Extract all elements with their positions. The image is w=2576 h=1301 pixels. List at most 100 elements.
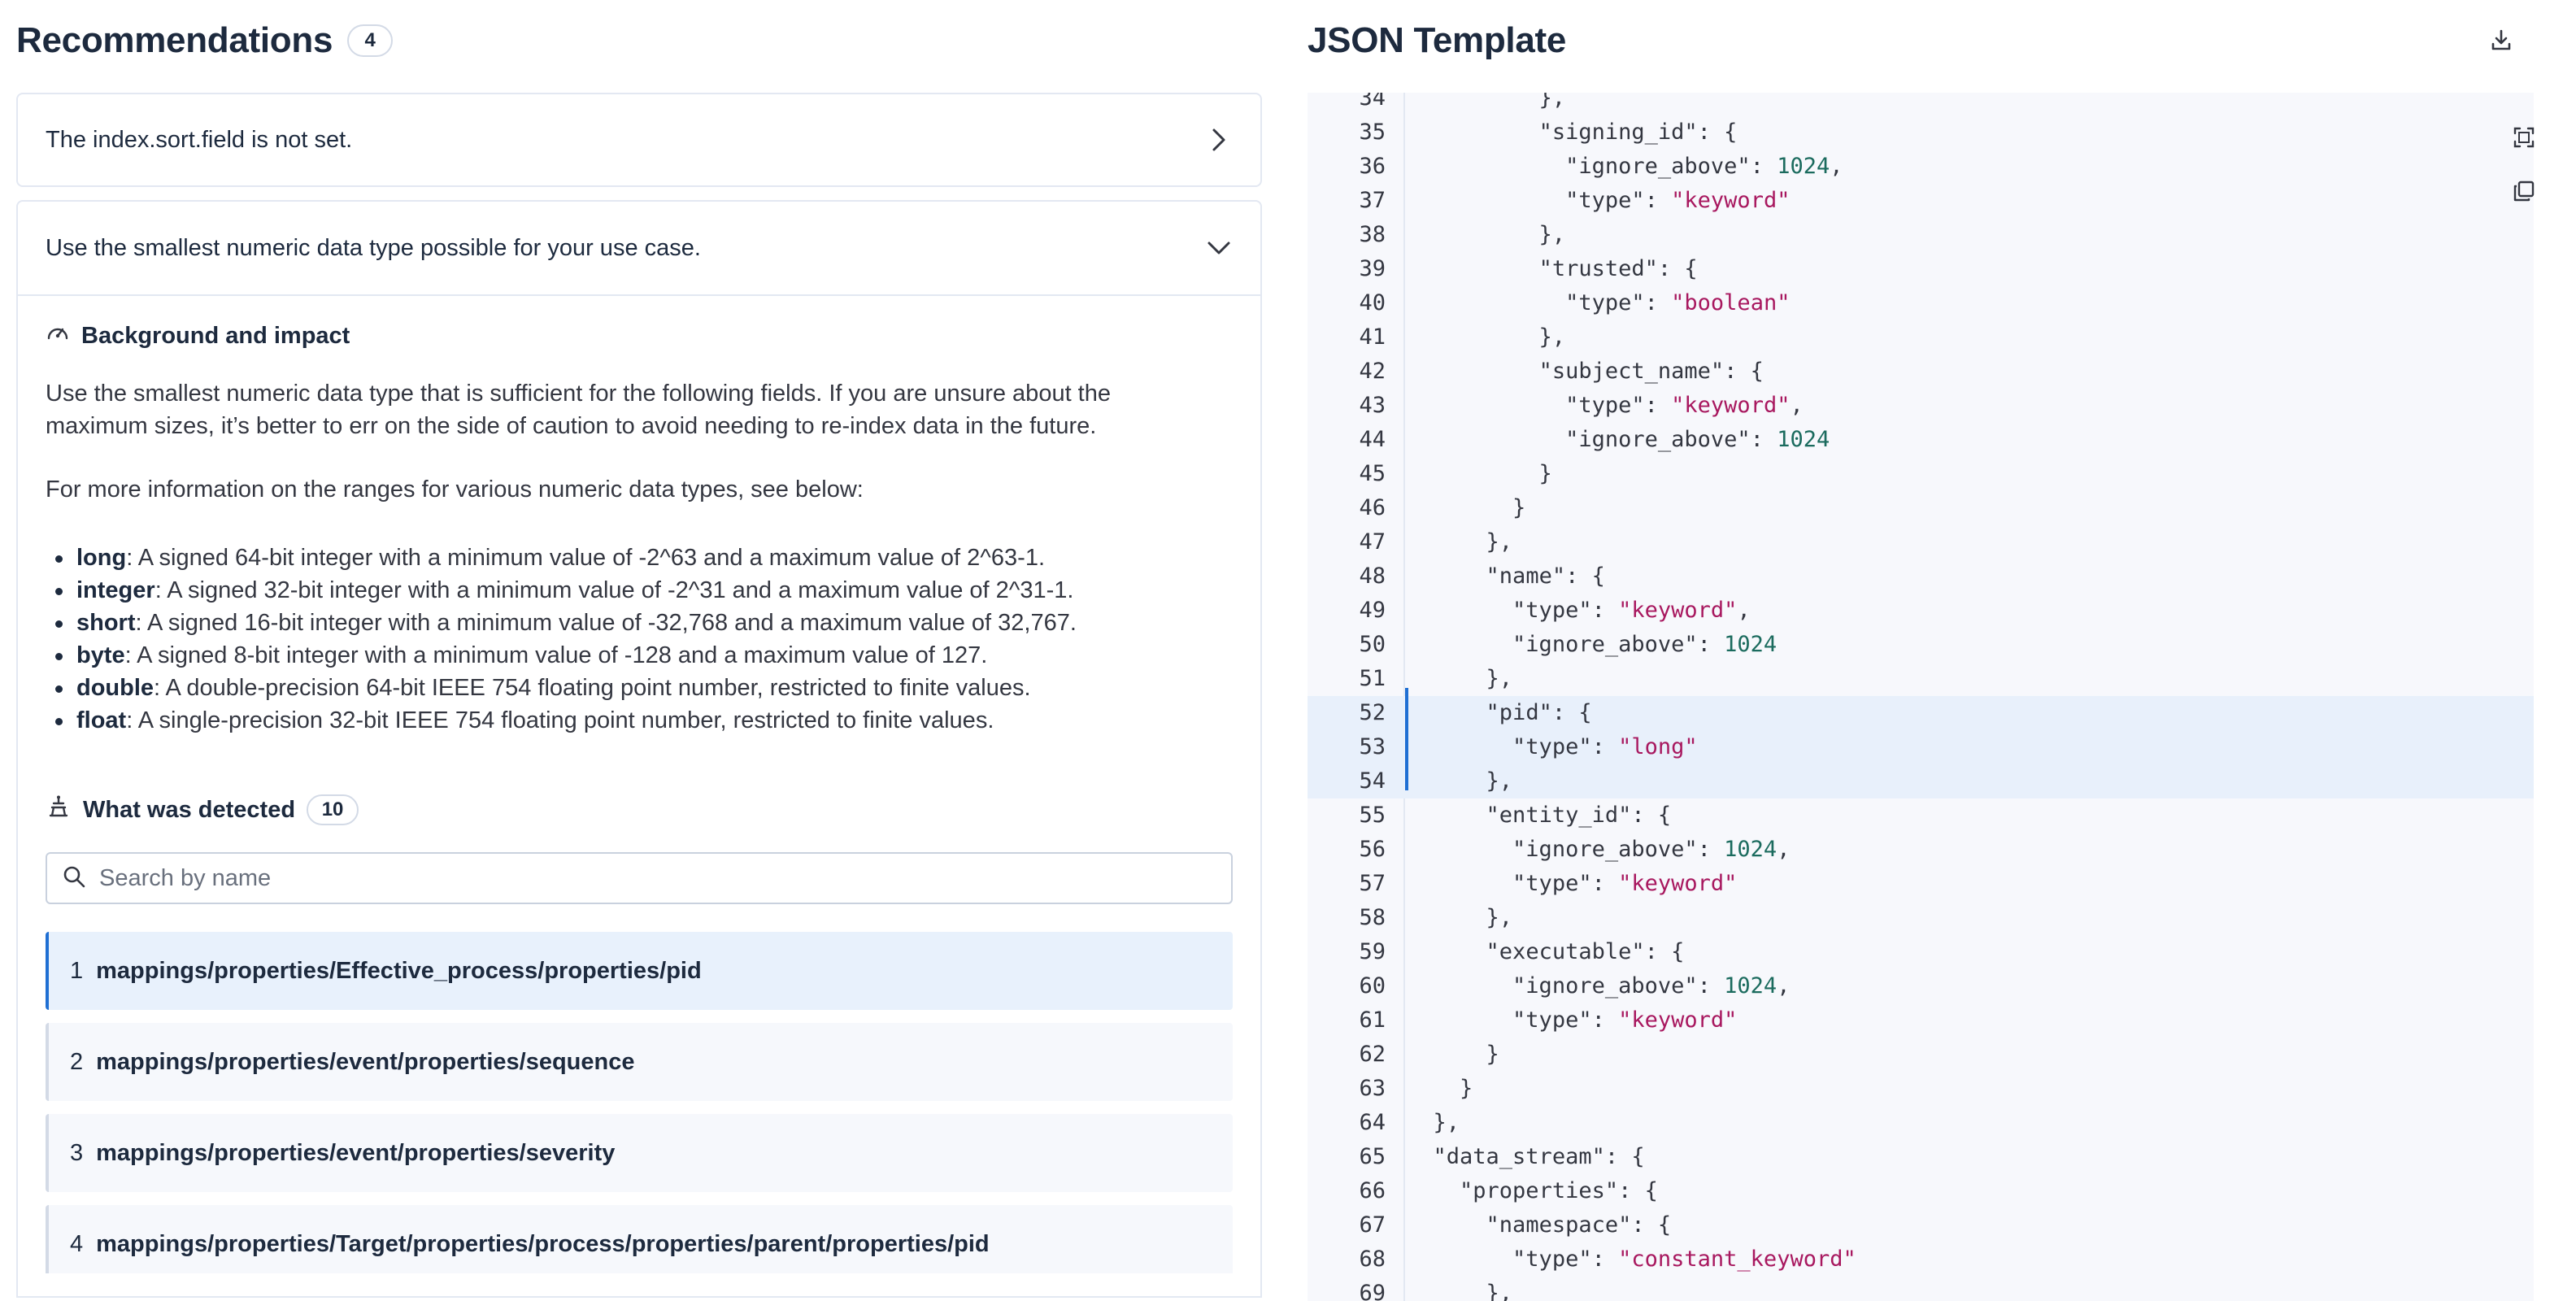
code-text: "executable": { xyxy=(1486,939,1685,964)
line-number: 36 xyxy=(1359,154,1386,179)
code-line: 68 "type": "constant_keyword" xyxy=(1308,1242,2534,1277)
download-button[interactable] xyxy=(2483,23,2519,59)
code-line: 63 } xyxy=(1308,1072,2534,1106)
code-text: }, xyxy=(1407,529,1513,555)
line-number: 54 xyxy=(1359,768,1386,794)
code-block[interactable]: 34 }, 35 "signing_id": {36 "ignore_above"… xyxy=(1308,93,2534,1301)
line-number: 40 xyxy=(1359,290,1386,315)
item-path: mappings/properties/event/properties/sev… xyxy=(96,1139,616,1166)
item-number: 4 xyxy=(70,1230,84,1257)
list-item: integer: A signed 32-bit integer with a … xyxy=(46,574,1233,607)
item-number: 2 xyxy=(70,1048,84,1075)
code-text: "name": { xyxy=(1486,563,1605,589)
code-line: 42 "subject_name": { xyxy=(1308,355,2534,389)
type-name: float xyxy=(76,707,127,733)
item-path: mappings/properties/Target/properties/pr… xyxy=(96,1230,990,1257)
code-text: }, xyxy=(1407,1281,1513,1301)
search-field[interactable] xyxy=(46,852,1233,904)
code-line: 38 }, xyxy=(1308,218,2534,252)
code-line: 49 "type": "keyword", xyxy=(1308,594,2534,628)
code-text: } xyxy=(1407,495,1526,520)
line-number: 60 xyxy=(1359,973,1386,999)
line-number: 68 xyxy=(1359,1247,1386,1272)
line-number: 59 xyxy=(1359,939,1386,964)
type-desc: : A signed 64-bit integer with a minimum… xyxy=(126,545,1045,571)
type-desc: : A signed 16-bit integer with a minimum… xyxy=(135,610,1077,636)
line-number: 64 xyxy=(1359,1110,1386,1135)
json-template-panel: JSON Template 34 }, 35 "signing_id": {36 … xyxy=(1308,0,2576,1301)
detected-fields-list: 1 mappings/properties/Effective_process/p… xyxy=(46,932,1233,1273)
line-number: 66 xyxy=(1359,1178,1386,1203)
code-line: 47 }, xyxy=(1308,525,2534,559)
code-text: "namespace": { xyxy=(1486,1212,1672,1238)
app-root: Recommendations 4 The index.sort.field i… xyxy=(0,0,2576,1301)
list-item[interactable]: 3 mappings/properties/event/properties/se… xyxy=(46,1114,1233,1192)
numeric-types-list: long: A signed 64-bit integer with a min… xyxy=(46,542,1233,737)
code-text: } xyxy=(1407,1042,1499,1067)
item-path: mappings/properties/event/properties/seq… xyxy=(96,1048,635,1075)
line-number: 42 xyxy=(1359,359,1386,384)
code-line: 35 "signing_id": { xyxy=(1308,115,2534,150)
code-text: "type": "keyword", xyxy=(1512,598,1751,623)
list-item[interactable]: 2 mappings/properties/event/properties/se… xyxy=(46,1023,1233,1101)
gauge-icon xyxy=(46,320,70,351)
background-paragraph: Use the smallest numeric data type that … xyxy=(46,381,1111,439)
copy-icon xyxy=(2512,179,2536,206)
recommendation-header[interactable]: Use the smallest numeric data type possi… xyxy=(18,202,1260,296)
list-item: byte: A signed 8-bit integer with a mini… xyxy=(46,639,1233,672)
background-impact-heading: Background and impact xyxy=(46,320,350,351)
code-text: }, xyxy=(1407,324,1566,350)
type-name: byte xyxy=(76,642,125,668)
code-line: 51 }, xyxy=(1308,662,2534,696)
code-text: "type": "keyword" xyxy=(1512,871,1738,896)
code-text: }, xyxy=(1407,222,1566,247)
recommendations-panel: Recommendations 4 The index.sort.field i… xyxy=(0,0,1268,1301)
code-line: 56 "ignore_above": 1024, xyxy=(1308,833,2534,867)
highlight-bar xyxy=(1405,688,1408,790)
type-name: short xyxy=(76,610,136,636)
code-line: 61 "type": "keyword" xyxy=(1308,1003,2534,1038)
code-text: "subject_name": { xyxy=(1538,359,1764,384)
code-line: 41 }, xyxy=(1308,320,2534,355)
code-line: 48 "name": { xyxy=(1308,559,2534,594)
search-input[interactable] xyxy=(99,864,1205,892)
type-name: integer xyxy=(76,577,155,603)
code-line: 46 } xyxy=(1308,491,2534,525)
line-number: 62 xyxy=(1359,1042,1386,1067)
code-text: "type": "keyword", xyxy=(1565,393,1804,418)
line-number: 65 xyxy=(1359,1144,1386,1169)
code-text: "pid": { xyxy=(1486,700,1592,725)
code-line: 66 "properties": { xyxy=(1308,1174,2534,1208)
code-line: 36 "ignore_above": 1024, xyxy=(1308,150,2534,184)
list-item: double: A double-precision 64-bit IEEE 7… xyxy=(46,672,1233,704)
code-text: } xyxy=(1407,461,1552,486)
code-text: }, xyxy=(1407,905,1513,930)
list-item[interactable]: 4 mappings/properties/Target/properties/p… xyxy=(46,1205,1233,1273)
code-line: 58 }, xyxy=(1308,901,2534,935)
item-number: 3 xyxy=(70,1139,84,1166)
code-line: 55 "entity_id": { xyxy=(1308,798,2534,833)
code-text: "ignore_above": 1024 xyxy=(1512,632,1778,657)
code-line: 50 "ignore_above": 1024 xyxy=(1308,628,2534,662)
list-item: float: A single-precision 32-bit IEEE 75… xyxy=(46,704,1233,737)
line-number: 50 xyxy=(1359,632,1386,657)
fullscreen-button[interactable] xyxy=(2508,122,2540,154)
json-template-title: JSON Template xyxy=(1308,20,1567,60)
recommendation-text: Use the smallest numeric data type possi… xyxy=(46,234,701,261)
line-number: 41 xyxy=(1359,324,1386,350)
line-number: 51 xyxy=(1359,666,1386,691)
code-text: "entity_id": { xyxy=(1486,803,1672,828)
code-line: 52 "pid": { xyxy=(1308,696,2534,730)
recommendation-item-index-sort[interactable]: The index.sort.field is not set. xyxy=(16,93,1262,187)
type-desc: : A signed 8-bit integer with a minimum … xyxy=(124,642,988,668)
chevron-down-icon[interactable] xyxy=(1205,234,1233,262)
code-text: "ignore_above": 1024, xyxy=(1565,154,1843,179)
code-text: }, xyxy=(1407,768,1513,794)
type-desc: : A double-precision 64-bit IEEE 754 flo… xyxy=(154,675,1031,701)
chevron-right-icon[interactable] xyxy=(1205,126,1233,154)
list-item[interactable]: 1 mappings/properties/Effective_process/p… xyxy=(46,932,1233,1010)
copy-button[interactable] xyxy=(2508,176,2540,208)
code-text: "data_stream": { xyxy=(1433,1144,1645,1169)
code-text: "type": "keyword" xyxy=(1565,188,1791,213)
search-icon xyxy=(62,864,86,893)
